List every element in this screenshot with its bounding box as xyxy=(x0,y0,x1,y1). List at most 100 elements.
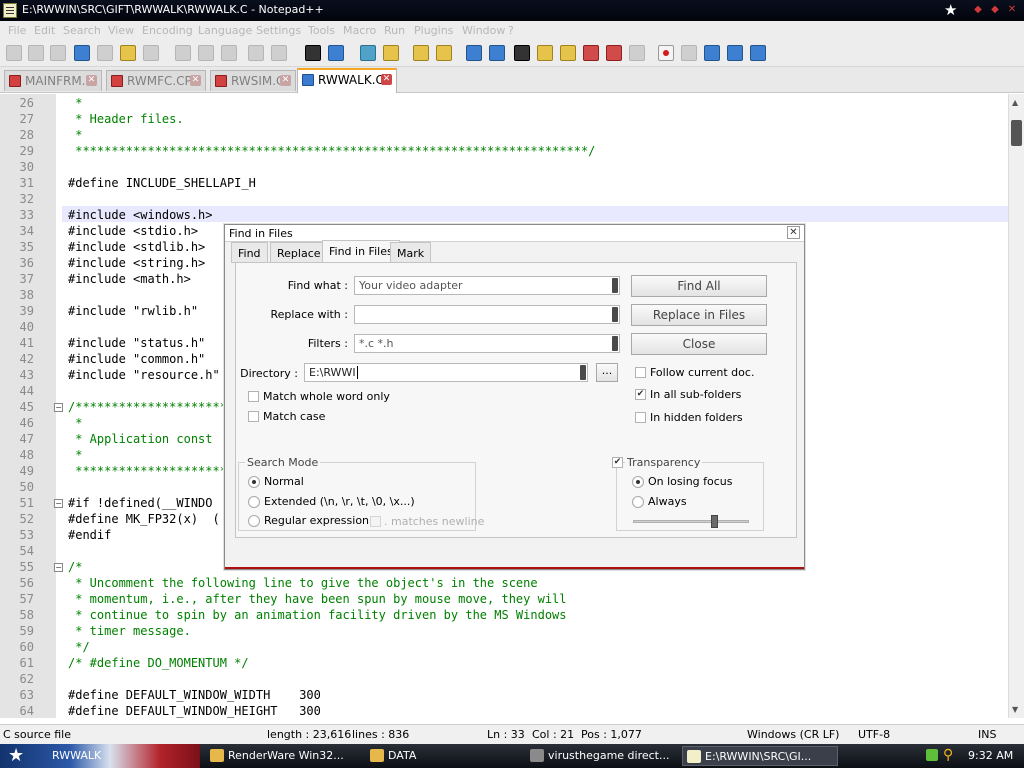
always-radio[interactable] xyxy=(632,496,644,508)
directory-combobox[interactable]: E:\RWWI xyxy=(304,363,588,382)
run-macro-multiple-icon[interactable] xyxy=(727,45,743,61)
menu-file[interactable]: File xyxy=(8,24,26,37)
close-icon[interactable]: ✕ xyxy=(1004,3,1020,17)
find-icon[interactable] xyxy=(305,45,321,61)
follow-current-doc-checkbox[interactable] xyxy=(635,367,646,378)
transparency-slider-thumb[interactable] xyxy=(711,515,718,528)
close-file-icon[interactable] xyxy=(97,45,113,61)
transparency-slider-track[interactable] xyxy=(633,520,749,523)
dialog-tab-replace[interactable]: Replace xyxy=(270,242,328,263)
playback-macro-icon[interactable] xyxy=(704,45,720,61)
replace-icon[interactable] xyxy=(328,45,344,61)
mode-extended-radio[interactable] xyxy=(248,496,260,508)
menu-encoding[interactable]: Encoding xyxy=(142,24,193,37)
save-all-icon[interactable] xyxy=(74,45,90,61)
task-renderware[interactable]: RenderWare Win32... xyxy=(206,746,362,766)
fold-toggle-icon[interactable]: − xyxy=(54,563,63,572)
scrollbar-thumb[interactable] xyxy=(1011,120,1022,146)
sync-vertical-icon[interactable] xyxy=(413,45,429,61)
match-whole-word-checkbox[interactable] xyxy=(248,391,259,402)
function-list-icon[interactable] xyxy=(583,45,599,61)
folder-workspace-icon[interactable] xyxy=(606,45,622,61)
stop-record-icon[interactable] xyxy=(681,45,697,61)
close-button[interactable]: Close xyxy=(631,333,767,355)
search-tray-icon[interactable]: ⚲ xyxy=(943,747,953,763)
dialog-close-icon[interactable]: ✕ xyxy=(787,226,800,239)
menu-plugins[interactable]: Plugins xyxy=(414,24,453,37)
copy-icon[interactable] xyxy=(198,45,214,61)
open-file-icon[interactable] xyxy=(28,45,44,61)
find-all-button[interactable]: Find All xyxy=(631,275,767,297)
clock[interactable]: 9:32 AM xyxy=(968,749,1013,762)
network-tray-icon[interactable] xyxy=(926,749,938,761)
menu-run[interactable]: Run xyxy=(384,24,405,37)
replace-with-combobox[interactable] xyxy=(354,305,620,324)
task-data[interactable]: DATA xyxy=(366,746,522,766)
show-all-characters-icon[interactable] xyxy=(489,45,505,61)
dropdown-arrow-icon[interactable] xyxy=(612,336,618,351)
undo-icon[interactable] xyxy=(248,45,264,61)
monitoring-icon[interactable] xyxy=(629,45,645,61)
zoom-out-icon[interactable] xyxy=(383,45,399,61)
menu-window[interactable]: Window xyxy=(462,24,505,37)
save-icon[interactable] xyxy=(50,45,66,61)
on-losing-focus-radio[interactable] xyxy=(632,476,644,488)
scroll-up-icon[interactable]: ▲ xyxy=(1012,98,1018,107)
replace-in-files-button[interactable]: Replace in Files xyxy=(631,304,767,326)
task-virusthegame[interactable]: virusthegame direct... xyxy=(526,746,678,766)
dialog-tab-find-in-files[interactable]: Find in Files xyxy=(322,240,400,263)
find-what-combobox[interactable]: Your video adapter xyxy=(354,276,620,295)
tab-close-icon[interactable]: ✕ xyxy=(280,75,291,86)
menu-search[interactable]: Search xyxy=(63,24,101,37)
vertical-scrollbar[interactable]: ▲ ▼ xyxy=(1008,94,1024,718)
in-all-subfolders-checkbox[interactable]: ✔ xyxy=(635,389,646,400)
dialog-tab-find[interactable]: Find xyxy=(231,242,268,263)
restore-icon[interactable]: ◆ xyxy=(987,3,1003,17)
menu-tools[interactable]: Tools xyxy=(308,24,335,37)
dialog-tab-mark[interactable]: Mark xyxy=(390,242,432,263)
document-map-icon[interactable] xyxy=(560,45,576,61)
word-wrap-icon[interactable] xyxy=(466,45,482,61)
save-macro-icon[interactable] xyxy=(750,45,766,61)
tab-mainfrm-h[interactable]: MAINFRM.H ✕ xyxy=(4,70,102,91)
cut-icon[interactable] xyxy=(175,45,191,61)
menu-settings[interactable]: Settings xyxy=(256,24,301,37)
scroll-down-icon[interactable]: ▼ xyxy=(1012,705,1018,714)
tab-rwwalk-c[interactable]: RWWALK.C ✕ xyxy=(297,68,397,93)
minimize-icon[interactable]: ◆ xyxy=(970,3,986,17)
fold-toggle-icon[interactable]: − xyxy=(54,499,63,508)
fold-toggle-icon[interactable]: − xyxy=(54,403,63,412)
transparency-checkbox[interactable]: ✔ xyxy=(612,457,623,468)
tab-close-icon[interactable]: ✕ xyxy=(86,75,97,86)
task-notepad[interactable]: E:\RWWIN\SRC\GI... xyxy=(682,746,838,766)
menu-help[interactable]: ? xyxy=(508,24,514,37)
dropdown-arrow-icon[interactable] xyxy=(612,278,618,293)
dropdown-arrow-icon[interactable] xyxy=(612,307,618,322)
user-defined-language-icon[interactable] xyxy=(537,45,553,61)
tab-rwmfc-cpp[interactable]: RWMFC.CPP ✕ xyxy=(106,70,206,91)
menu-macro[interactable]: Macro xyxy=(343,24,376,37)
tab-close-icon[interactable]: ✕ xyxy=(190,75,201,86)
status-eol[interactable]: Windows (CR LF) xyxy=(747,728,839,741)
start-button[interactable]: ★ RWWALK xyxy=(0,744,200,768)
browse-directory-button[interactable]: ... xyxy=(596,363,618,382)
record-macro-icon[interactable] xyxy=(658,45,674,61)
menu-edit[interactable]: Edit xyxy=(34,24,55,37)
indent-guide-icon[interactable] xyxy=(514,45,530,61)
zoom-in-icon[interactable] xyxy=(360,45,376,61)
close-all-icon[interactable] xyxy=(120,45,136,61)
status-insert-mode[interactable]: INS xyxy=(978,728,996,741)
matches-newline-checkbox[interactable] xyxy=(370,516,381,527)
in-hidden-folders-checkbox[interactable] xyxy=(635,412,646,423)
tab-close-icon[interactable]: ✕ xyxy=(381,74,392,85)
menu-language[interactable]: Language xyxy=(198,24,252,37)
star-icon[interactable]: ★ xyxy=(944,1,957,19)
match-case-checkbox[interactable] xyxy=(248,411,259,422)
status-encoding[interactable]: UTF-8 xyxy=(858,728,890,741)
menu-view[interactable]: View xyxy=(108,24,134,37)
dropdown-arrow-icon[interactable] xyxy=(580,365,586,380)
notepad-app-icon[interactable] xyxy=(3,3,17,18)
mode-normal-radio[interactable] xyxy=(248,476,260,488)
mode-regex-radio[interactable] xyxy=(248,515,260,527)
filters-combobox[interactable]: *.c *.h xyxy=(354,334,620,353)
